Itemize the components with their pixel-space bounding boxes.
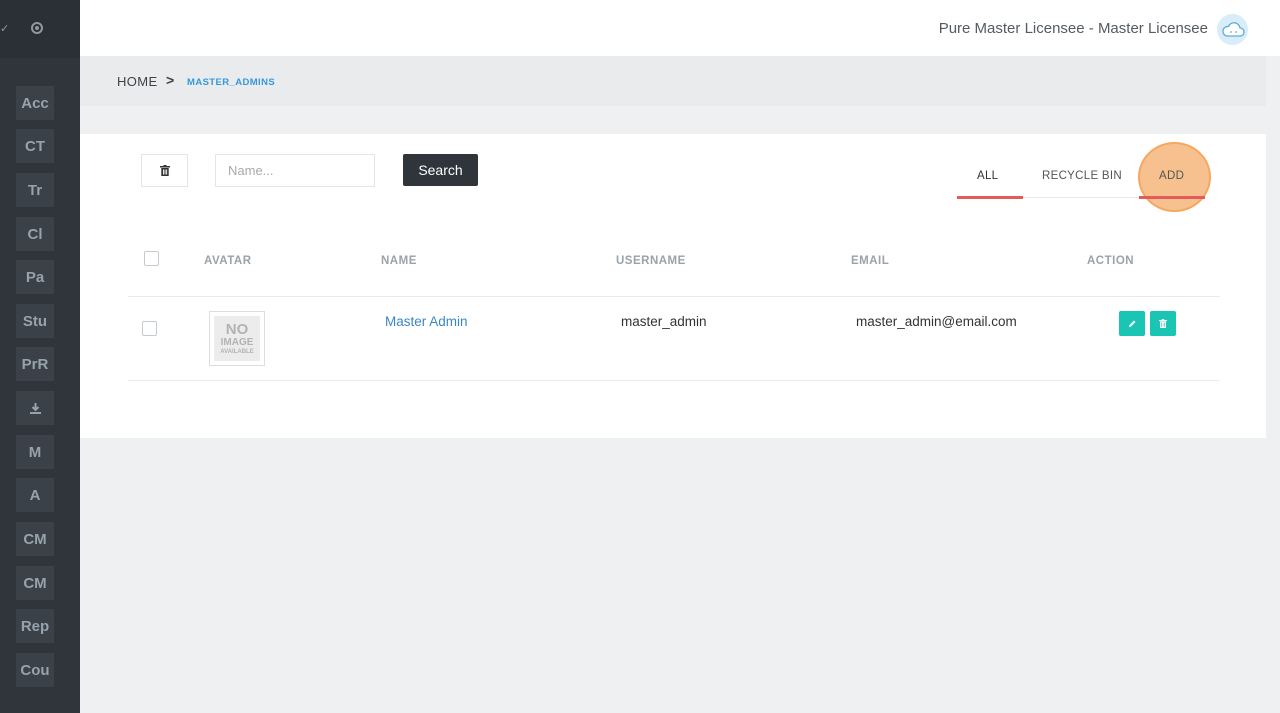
sidebar-item-a[interactable]: A [16,478,54,512]
checkmark-icon[interactable]: ✓ [0,22,9,35]
breadcrumb: HOME > MASTER_ADMINS [80,56,1266,106]
tab-all[interactable]: ALL [977,170,998,182]
sidebar-item-pa[interactable]: Pa [16,260,54,294]
column-header-username: USERNAME [616,255,686,267]
top-header: Pure Master Licensee - Master Licensee [80,0,1280,56]
pencil-icon [1128,320,1135,327]
tab-add[interactable]: ADD [1159,170,1184,182]
sidebar-item-prr[interactable]: PrR [16,347,54,381]
select-all-checkbox[interactable] [144,251,159,266]
column-header-avatar: AVATAR [204,255,252,267]
no-image-placeholder: NO IMAGE AVAILABLE [214,316,260,361]
user-name[interactable]: Pure Master Licensee - Master Licensee [939,20,1208,37]
row-name-link[interactable]: Master Admin [385,314,468,329]
search-input[interactable] [215,154,375,187]
sidebar-item-cl[interactable]: Cl [16,217,54,251]
avatar: NO IMAGE AVAILABLE [209,311,265,366]
download-icon [29,402,41,414]
edit-button[interactable] [1119,311,1145,336]
cloud-icon[interactable] [1217,14,1248,45]
search-button[interactable]: Search [403,154,478,186]
row-checkbox[interactable] [142,321,157,336]
breadcrumb-separator: > [166,72,175,88]
sidebar: ✓ Acc CT Tr Cl Pa Stu PrR M A CM CM Rep … [0,0,80,713]
sidebar-item-download[interactable] [16,391,54,425]
sidebar-item-tr[interactable]: Tr [16,173,54,207]
breadcrumb-current: MASTER_ADMINS [187,77,276,88]
table-header-divider [128,296,1220,297]
breadcrumb-home[interactable]: HOME [117,74,158,89]
avatar-text-line2: IMAGE [220,337,254,348]
bulk-delete-button[interactable] [141,154,188,187]
sidebar-item-ct[interactable]: CT [16,129,54,163]
trash-icon [1159,319,1167,328]
avatar-text-line3: AVAILABLE [220,349,254,355]
main-panel: Search ALL RECYCLE BIN ADD AVATAR NAME U… [80,134,1266,438]
sidebar-item-stu[interactable]: Stu [16,304,54,338]
column-header-email: EMAIL [851,255,890,267]
sidebar-item-m[interactable]: M [16,435,54,469]
table-row-divider [128,380,1220,381]
row-username: master_admin [621,314,707,329]
settings-circle-icon[interactable] [31,22,43,34]
tab-recycle-bin[interactable]: RECYCLE BIN [1042,170,1122,182]
sidebar-item-cm-2[interactable]: CM [16,566,54,600]
delete-button[interactable] [1150,311,1176,336]
avatar-text-line1: NO [225,321,249,338]
sidebar-item-rep[interactable]: Rep [16,609,54,643]
tab-add-underline [1139,196,1205,199]
column-header-name: NAME [381,255,417,267]
trash-icon [159,165,170,176]
row-email: master_admin@email.com [856,314,1017,329]
sidebar-item-cou[interactable]: Cou [16,653,54,687]
sidebar-item-acc[interactable]: Acc [16,86,54,120]
tab-all-underline [957,196,1023,199]
sidebar-item-cm-1[interactable]: CM [16,522,54,556]
sidebar-top: ✓ [0,0,80,58]
column-header-action: ACTION [1087,255,1135,267]
